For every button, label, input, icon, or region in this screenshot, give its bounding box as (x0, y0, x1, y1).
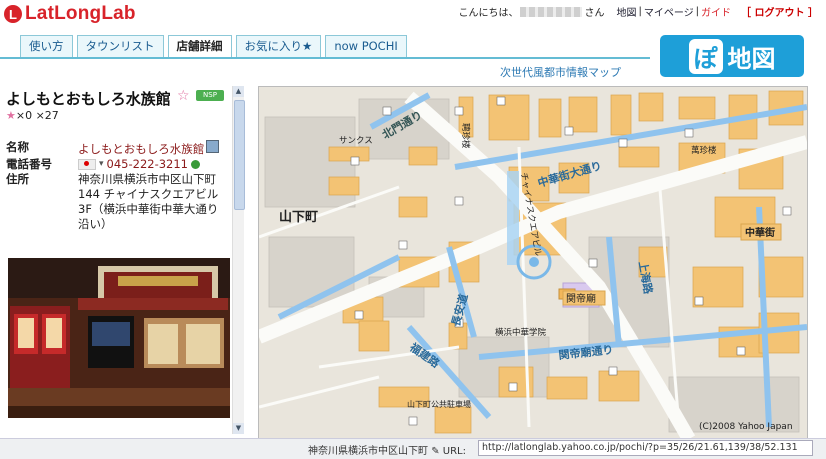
address-label: 住所 (6, 172, 29, 186)
map-label-yamashita-garage: 山下町公共駐車場 (407, 399, 471, 409)
map-label-heichin: 聘珍楼 (460, 123, 471, 149)
status-address: 神奈川県横浜市中区山下町 ✎ URL: (308, 446, 466, 457)
tab-bar: 使い方 タウンリスト 店舗詳細 お気に入り★ now POCHI (20, 35, 407, 58)
pochi-chizu-logo[interactable]: ぽ 地図 (660, 35, 804, 77)
map-label-yamashita: 山下町 (279, 209, 318, 225)
flag-icon (78, 159, 96, 170)
memo-icon[interactable] (206, 140, 220, 153)
tab-shop-detail[interactable]: 店舗詳細 (167, 35, 232, 58)
pochi-chizu-text: 地図 (727, 44, 776, 73)
top-navigation: こんにちは、 さん 地図 | マイページ | ガイド ［ ログアウト ］ (458, 4, 818, 19)
nsp-badge-icon: NSP (196, 90, 224, 101)
url-field[interactable]: http://latlonglab.yahoo.co.jp/pochi/?p=3… (478, 440, 813, 456)
masked-username (520, 6, 583, 17)
logo[interactable]: L LatLongLab (4, 2, 136, 26)
map-label-sankus: サンクス (339, 136, 373, 146)
logo-mark-icon: L (4, 5, 22, 23)
map-label-yokohama-school: 横浜中華学院 (495, 327, 547, 338)
star-icon: ★ (6, 109, 16, 122)
greeting-suffix: さん (584, 8, 605, 19)
tab-favorites[interactable]: お気に入り★ (235, 35, 322, 57)
nav-guide-link[interactable]: ガイド (701, 4, 731, 19)
map-label-hofukuen: 萬珍楼 (691, 145, 717, 156)
tab-now-pochi[interactable]: now POCHI (325, 35, 407, 57)
phone-value[interactable]: 045-222-3211 (107, 157, 188, 172)
address-value: 神奈川県横浜市中区山下町144 チャイナスクエアビル3F（横浜中華街中華大通り沿… (78, 172, 219, 231)
shop-detail-panel: よしもとおもしろ水族館 ☆ NSP ★×0 ×27 名称 よしもとおもしろ水族館… (0, 82, 232, 434)
nav-mypage-link[interactable]: マイページ (644, 4, 694, 19)
shop-title: よしもとおもしろ水族館 (6, 90, 171, 108)
logo-text: LatLongLab (25, 3, 136, 24)
favorite-star-icon[interactable]: ☆ (177, 88, 190, 104)
scroll-up-icon[interactable]: ▲ (233, 86, 244, 97)
shop-info: 名称 よしもとおもしろ水族館 電話番号 ▾ 045-222-3211 住所 神奈川… (6, 140, 224, 232)
phone-label: 電話番号 (6, 157, 52, 171)
name-label: 名称 (6, 140, 29, 154)
map-label-kanteibyo: 関帝廟 (566, 292, 596, 305)
nav-map-link[interactable]: 地図 (616, 4, 636, 19)
tab-underline (0, 57, 650, 59)
greeting-prefix: こんにちは、 (458, 8, 519, 19)
tab-usage[interactable]: 使い方 (20, 35, 73, 57)
site-subtitle: 次世代風都市情報マップ (500, 66, 621, 79)
logout-link[interactable]: ［ ログアウト ］ (741, 4, 818, 19)
scroll-down-icon[interactable]: ▼ (233, 423, 244, 434)
map-view[interactable]: 北門通り 中華街大通り 山下町 長安道 福建路 関帝廟通り 上海路 中華街 関帝… (258, 86, 808, 440)
scroll-thumb[interactable] (234, 100, 245, 210)
shop-photo (8, 258, 230, 418)
map-label-chukagai: 中華街 (745, 226, 775, 239)
tab-town-list[interactable]: タウンリスト (76, 35, 164, 57)
link-icon: ✎ (431, 446, 440, 457)
map-copyright: (C)2008 Yahoo Japan (699, 422, 793, 432)
rating-counts: ★×0 ×27 (6, 109, 59, 122)
pochi-po: ぽ (688, 38, 723, 74)
call-icon[interactable] (191, 160, 200, 169)
left-panel-scrollbar[interactable]: ▲ ▼ (232, 86, 245, 434)
shop-name-link[interactable]: よしもとおもしろ水族館 (78, 142, 204, 156)
